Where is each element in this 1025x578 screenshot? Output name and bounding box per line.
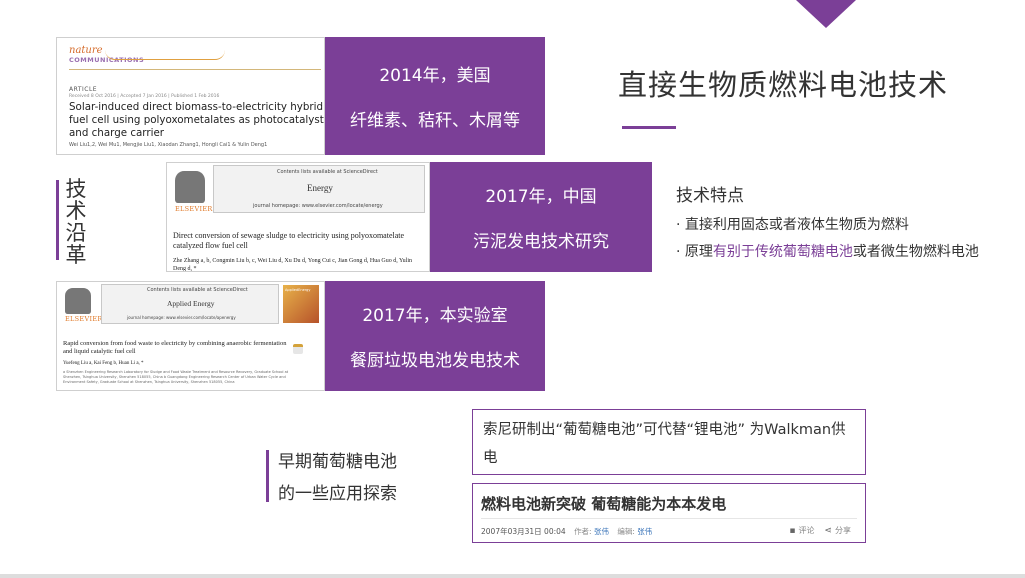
paper-3-image: ELSEVIER Contents lists available at Sci… — [56, 281, 325, 391]
journal-homepage: journal homepage: www.elsevier.com/locat… — [253, 203, 383, 209]
feature-item-2-prefix: · 原理 — [676, 244, 713, 260]
news-editor-label: 编辑: — [617, 527, 635, 536]
paper-authors: Wei Liu1,2, Wei Mu1, Mengjie Liu1, Xiaod… — [69, 142, 268, 148]
journal-cover-thumbnail: AppliedEnergy — [283, 285, 319, 323]
contents-line: Contents lists available at ScienceDirec… — [147, 287, 248, 293]
journal-name: Energy — [307, 183, 333, 193]
news-comment-button[interactable]: ▪ 评论 — [789, 525, 814, 536]
news-share-label: 分享 — [835, 526, 851, 535]
news-author-label: 作者: — [574, 527, 592, 536]
elsevier-tree-icon — [175, 171, 205, 203]
title-underline — [622, 126, 676, 129]
news-divider — [481, 518, 857, 519]
paper-authors: Yuefeng Liu a, Kai Feng b, Huan Li a, * — [63, 361, 144, 366]
news-author[interactable]: 张伟 — [594, 527, 609, 536]
paper-section-label: ARTICLE — [69, 86, 98, 93]
side-label-char: 术 — [65, 199, 87, 223]
news-actions: ▪ 评论 ⋖ 分享 — [789, 525, 851, 536]
news-share-button[interactable]: ⋖ 分享 — [824, 525, 851, 536]
paper-title: Direct conversion of sewage sludge to el… — [173, 231, 405, 250]
paper-1-caption: 2014年，美国 纤维素、秸秆、木屑等 — [325, 37, 545, 155]
paper-title: Solar-induced direct biomass-to-electric… — [69, 101, 324, 139]
features-heading: 技术特点 — [676, 186, 744, 206]
paper-authors: Zhe Zhang a, b, Congmin Liu b, c, Wei Li… — [173, 258, 413, 272]
paper-affiliation: a Shenzhen Engineering Research Laborato… — [63, 370, 289, 384]
news-date: 2007年03月31日 00:04 — [481, 527, 566, 536]
early-section-bar — [266, 450, 269, 502]
news-title[interactable]: 燃料电池新突破 葡萄糖能为本本发电 — [481, 493, 726, 514]
sony-news-box: 索尼研制出“葡萄糖电池”可代替“锂电池” 为Walkman供电 — [472, 409, 866, 475]
elsevier-wordmark: ELSEVIER — [65, 315, 103, 323]
early-label-line-1: 早期葡萄糖电池 — [278, 452, 397, 472]
paper-3-year-place: 2017年，本实验室 — [362, 306, 508, 326]
side-label-char: 技 — [65, 177, 87, 201]
news-article-box: 燃料电池新突破 葡萄糖能为本本发电 2007年03月31日 00:04 作者: … — [472, 483, 866, 543]
side-label-char: 革 — [65, 243, 87, 267]
early-section-label: 早期葡萄糖电池 的一些应用探索 — [278, 446, 397, 510]
logo-wave-decoration — [105, 50, 225, 60]
feature-item-1: · 直接利用固态或者液体生物质为燃料 — [676, 217, 909, 233]
top-triangle-decoration — [796, 0, 856, 28]
paper-2-image: ELSEVIER Contents lists available at Sci… — [166, 162, 430, 272]
paper-2-caption: 2017年，中国 污泥发电技术研究 — [430, 162, 652, 272]
contents-line: Contents lists available at ScienceDirec… — [277, 169, 378, 175]
paper-3-caption: 2017年，本实验室 餐厨垃圾电池发电技术 — [325, 281, 545, 391]
paper-1-year-place: 2014年，美国 — [379, 66, 491, 86]
elsevier-wordmark: ELSEVIER — [175, 205, 213, 213]
comment-icon: ▪ — [789, 526, 796, 536]
paper-header-rule — [69, 69, 321, 70]
side-label-bar — [56, 180, 59, 260]
paper-title: Rapid conversion from food waste to elec… — [63, 340, 287, 355]
news-meta: 2007年03月31日 00:04 作者: 张伟 编辑: 张伟 — [481, 526, 658, 537]
paper-1-subject: 纤维素、秸秆、木屑等 — [350, 111, 520, 131]
bottom-divider — [0, 574, 1025, 578]
early-label-line-2: 的一些应用探索 — [278, 484, 397, 504]
page-title: 直接生物质燃料电池技术 — [618, 68, 949, 102]
paper-2-subject: 污泥发电技术研究 — [473, 232, 609, 252]
news-editor[interactable]: 张伟 — [637, 527, 652, 536]
elsevier-tree-icon — [65, 288, 91, 314]
feature-item-2: · 原理有别于传统葡萄糖电池或者微生物燃料电池 — [676, 241, 979, 261]
feature-item-2-highlight: 有别于传统葡萄糖电池 — [712, 244, 853, 260]
news-comment-label: 评论 — [798, 526, 815, 535]
side-label: 技 术 沿 革 — [64, 178, 88, 266]
feature-item-2-suffix: 或者微生物燃料电池 — [852, 244, 979, 260]
paper-1-image: nature COMMUNICATIONS ARTICLE Received 8… — [56, 37, 325, 155]
paper-dates: Received 8 Oct 2016 | Accepted 7 Jan 201… — [69, 94, 220, 99]
paper-2-year-place: 2017年，中国 — [485, 187, 597, 207]
journal-homepage: journal homepage: www.elsevier.com/locat… — [127, 315, 236, 320]
share-icon: ⋖ — [824, 526, 832, 536]
side-label-char: 沿 — [65, 221, 87, 245]
journal-cover-label: AppliedEnergy — [285, 288, 311, 292]
journal-name: Applied Energy — [167, 299, 215, 308]
paper-3-subject: 餐厨垃圾电池发电技术 — [350, 351, 520, 371]
crossmark-icon — [293, 344, 303, 354]
